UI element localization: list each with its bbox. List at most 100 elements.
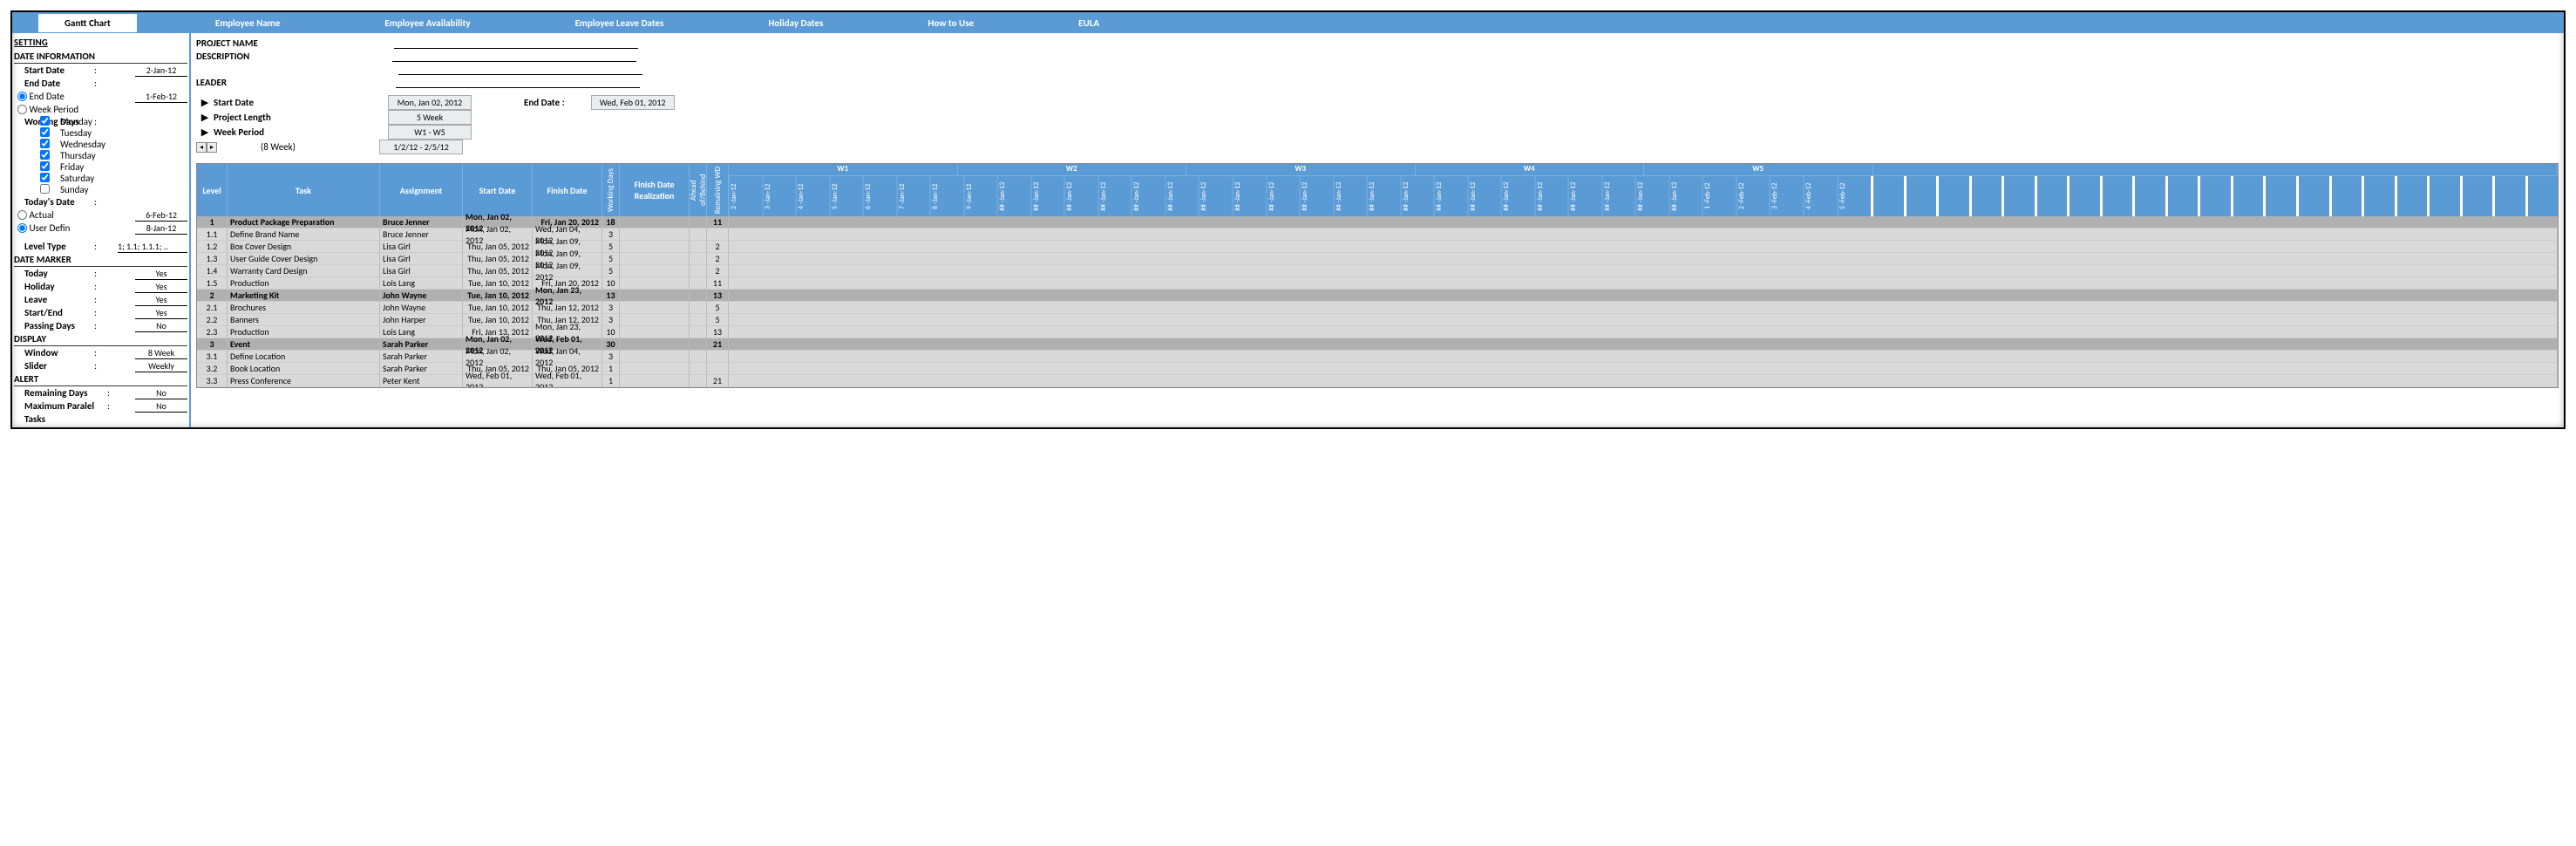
hdr-finish: Finish Date <box>533 164 602 216</box>
userdef-date-field[interactable]: 8-Jan-12 <box>135 222 187 235</box>
cell-level: 1.3 <box>197 253 228 265</box>
tab-employee-name[interactable]: Employee Name <box>189 14 307 32</box>
spinner-left-icon[interactable]: ◂ <box>196 142 207 153</box>
timeline-row <box>729 253 2558 265</box>
today-field[interactable]: Yes <box>135 268 187 280</box>
cell-remwd: 11 <box>707 277 729 290</box>
check-thursday[interactable] <box>40 150 50 160</box>
cell-task: Define Brand Name <box>228 229 380 241</box>
start-date-field[interactable]: 2-Jan-12 <box>135 65 187 77</box>
cell-finreal <box>620 314 690 326</box>
hdr-finreal: Finish Date Realization <box>620 164 690 216</box>
table-row[interactable]: 3.3Press ConferencePeter KentWed, Feb 01… <box>197 375 2558 387</box>
cell-finreal <box>620 253 690 265</box>
cell-ahead <box>690 326 707 338</box>
tab-holiday-dates[interactable]: Holiday Dates <box>742 14 849 32</box>
check-sunday[interactable] <box>40 184 50 194</box>
sum-weekper-val: W1 - W5 <box>388 125 472 140</box>
table-row[interactable]: 2.1BrochuresJohn WayneTue, Jan 10, 2012T… <box>197 302 2558 314</box>
date-marker-title: DATE MARKER <box>14 253 187 267</box>
startend-label: Start/End <box>24 307 94 318</box>
tab-employee-leave[interactable]: Employee Leave Dates <box>549 14 690 32</box>
tab-eula[interactable]: EULA <box>1052 14 1125 32</box>
level-type-label: Level Type <box>24 241 94 252</box>
day-header: 5 -Jan-12 <box>830 176 864 216</box>
leader-label: LEADER <box>196 77 227 88</box>
tab-gantt[interactable]: Gantt Chart <box>38 14 137 32</box>
level-type-field[interactable]: 1; 1.1; 1.1.1; .. <box>118 241 187 253</box>
cell-wd: 3 <box>602 314 620 326</box>
cell-level: 1 <box>197 216 228 229</box>
sum-projlen-label: Project Length <box>214 112 309 123</box>
actual-date-field[interactable]: 6-Feb-12 <box>135 209 187 222</box>
leader-input[interactable] <box>396 76 640 88</box>
radio-userdef[interactable] <box>17 223 27 233</box>
cell-assign: Lois Lang <box>380 326 463 338</box>
radio-end-date[interactable] <box>17 92 27 101</box>
slider-field[interactable]: Weekly <box>135 360 187 372</box>
window-field[interactable]: 8 Week <box>135 347 187 359</box>
timeline-row <box>729 302 2558 314</box>
passing-field[interactable]: No <box>135 320 187 332</box>
end-date-label: End Date <box>24 78 94 89</box>
sidebar: SETTING DATE INFORMATION Start Date:2-Ja… <box>12 33 191 427</box>
check-monday[interactable] <box>40 116 50 126</box>
cell-assign: John Wayne <box>380 302 463 314</box>
check-wednesday[interactable] <box>40 139 50 148</box>
cell-task: Warranty Card Design <box>228 265 380 277</box>
cell-start: Tue, Jan 10, 2012 <box>463 290 533 302</box>
hdr-remwd: Remaining WD <box>707 164 729 216</box>
day-header: ## -Jan-12 <box>1199 176 1233 216</box>
day-header: 4 -Feb-12 <box>1804 176 1838 216</box>
table-row[interactable]: 1.4Warranty Card DesignLisa GirlThu, Jan… <box>197 265 2558 277</box>
check-saturday[interactable] <box>40 173 50 182</box>
cell-ahead <box>690 216 707 229</box>
maxpar-field[interactable]: No <box>135 400 187 413</box>
spinner-right-icon[interactable]: ▸ <box>207 142 217 153</box>
remdays-field[interactable]: No <box>135 387 187 399</box>
check-tuesday[interactable] <box>40 127 50 137</box>
tab-how-to-use[interactable]: How to Use <box>901 14 1000 32</box>
project-name-input[interactable] <box>394 37 638 49</box>
day-sunday: Sunday <box>60 184 88 195</box>
alert-title: ALERT <box>14 372 187 386</box>
check-friday[interactable] <box>40 161 50 171</box>
leave-field[interactable]: Yes <box>135 294 187 306</box>
description-input[interactable] <box>392 50 636 62</box>
tab-employee-availability[interactable]: Employee Availability <box>358 14 496 32</box>
table-row[interactable]: 2Marketing KitJohn WayneTue, Jan 10, 201… <box>197 290 2558 302</box>
cell-remwd: 2 <box>707 265 729 277</box>
day-monday: Monday <box>60 116 92 127</box>
timeline-header: W1W2W3W4W5 2 -Jan-123 -Jan-124 -Jan-125 … <box>729 164 2558 216</box>
cell-assign: Lisa Girl <box>380 265 463 277</box>
sum-projlen-val: 5 Week <box>388 110 472 125</box>
table-row[interactable]: 3.1Define LocationSarah ParkerMon, Jan 0… <box>197 351 2558 363</box>
cell-task: Box Cover Design <box>228 241 380 253</box>
description-input-2[interactable] <box>398 63 642 75</box>
day-header: 1 -Feb-12 <box>1703 176 1737 216</box>
tasks-label: Tasks <box>24 413 94 425</box>
cell-ahead <box>690 277 707 290</box>
hdr-ahead: Ahead of/Behind <box>690 164 707 216</box>
day-header: ## -Jan-12 <box>997 176 1031 216</box>
startend-field[interactable]: Yes <box>135 307 187 319</box>
end-date-field[interactable]: 1-Feb-12 <box>135 91 187 103</box>
week-header: W2 <box>958 164 1187 176</box>
radio-week-period-label: Week Period <box>30 104 79 115</box>
cell-level: 3.3 <box>197 375 228 387</box>
radio-actual[interactable] <box>17 210 27 220</box>
cell-assign: John Wayne <box>380 290 463 302</box>
radio-week-period[interactable] <box>17 105 27 114</box>
cell-finish: Wed, Jan 04, 2012 <box>533 351 602 363</box>
cell-finreal <box>620 351 690 363</box>
day-header: 5 -Feb-12 <box>1838 176 1872 216</box>
holiday-field[interactable]: Yes <box>135 281 187 293</box>
cell-wd: 13 <box>602 290 620 302</box>
cell-assign: Sarah Parker <box>380 351 463 363</box>
cell-task: Marketing Kit <box>228 290 380 302</box>
setting-title: SETTING <box>14 35 187 50</box>
cell-remwd: 21 <box>707 338 729 351</box>
cell-finreal <box>620 265 690 277</box>
cell-remwd: 13 <box>707 290 729 302</box>
day-header: ## -Jan-12 <box>1098 176 1132 216</box>
